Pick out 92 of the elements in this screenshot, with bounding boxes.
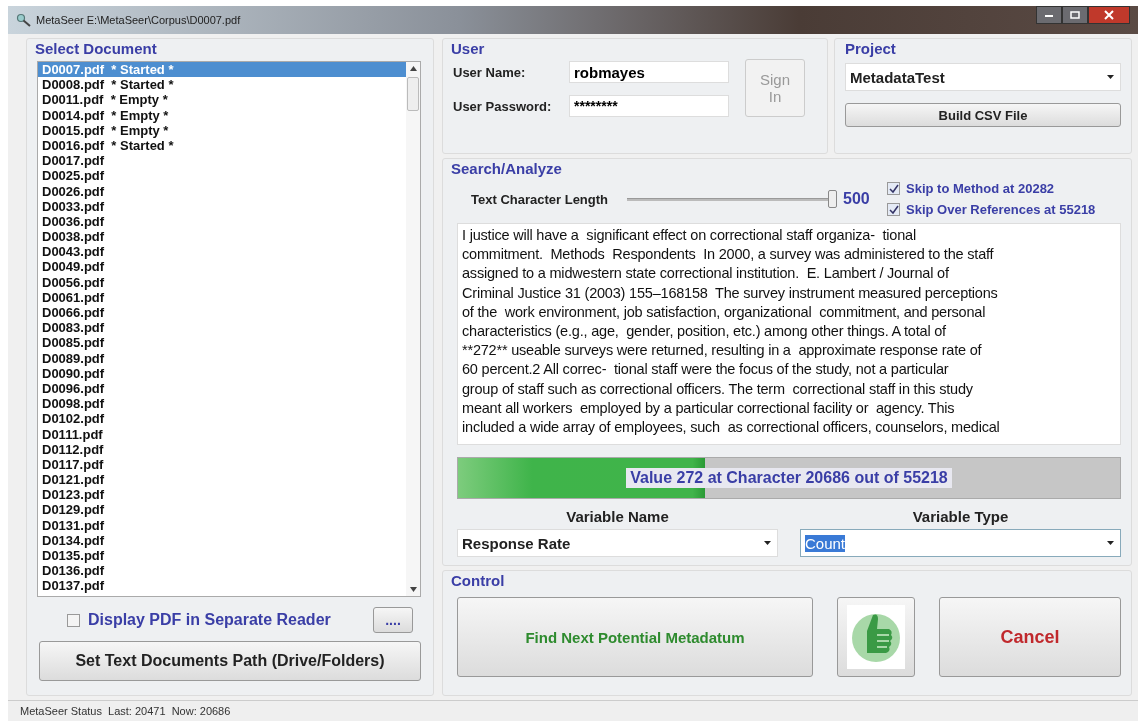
checkbox[interactable] bbox=[887, 203, 900, 216]
checkbox[interactable] bbox=[887, 182, 900, 195]
document-item[interactable]: D0015.pdf * Empty * bbox=[38, 122, 406, 138]
maximize-icon bbox=[1070, 11, 1080, 19]
text-area[interactable] bbox=[457, 223, 1121, 445]
caret-icon bbox=[1107, 75, 1114, 79]
text-line: group of staff such as correctional officers. The term correctional staff in this study bbox=[462, 379, 974, 399]
password-field[interactable]: ******** bbox=[569, 95, 729, 117]
text-line: of the work environment, job satisfaction, organizational commitment, and personal bbox=[462, 302, 987, 322]
project-dropdown[interactable]: MetadataTest bbox=[845, 63, 1121, 91]
browse-button[interactable]: .... bbox=[373, 607, 413, 633]
field-label: Variable Type bbox=[911, 507, 1010, 527]
text-line: assigned to a midwestern state correctional institution. E. Lambert / Journal of bbox=[462, 264, 950, 284]
find-next-button[interactable]: Find Next Potential Metadatum bbox=[457, 597, 813, 677]
checkbox-label[interactable]: Skip to Method at 20282 bbox=[906, 181, 1055, 196]
document-item[interactable]: D0016.pdf * Started * bbox=[38, 137, 406, 154]
slider-label: Text Character Length bbox=[471, 191, 609, 207]
maximize-button[interactable] bbox=[1062, 6, 1088, 24]
document-item[interactable]: D0102.pdf bbox=[38, 411, 406, 427]
close-icon bbox=[1104, 10, 1114, 20]
document-item[interactable]: D0008.pdf * Started * bbox=[38, 77, 406, 93]
document-item[interactable]: D0134.pdf bbox=[38, 532, 406, 548]
thumbs-up-icon bbox=[847, 605, 905, 669]
panel-title: Search/Analyze bbox=[450, 159, 563, 179]
slider-value: 500 bbox=[843, 190, 871, 208]
panel-title: Control bbox=[450, 571, 506, 591]
progress-label: Value 272 at Character 20686 out of 55218 bbox=[626, 468, 952, 488]
document-item[interactable]: D0117.pdf bbox=[38, 456, 406, 473]
document-item[interactable]: D0014.pdf * Empty * bbox=[38, 107, 406, 123]
slider-thumb[interactable] bbox=[828, 190, 837, 208]
document-item[interactable]: D0033.pdf bbox=[38, 198, 406, 214]
field-label: User Password: bbox=[452, 98, 553, 114]
checkbox-label[interactable]: Display PDF in Separate Reader bbox=[88, 611, 365, 629]
document-item[interactable]: D0090.pdf bbox=[38, 365, 406, 381]
text-line: Criminal Justice 31 (2003) 155–168158 The survey instrument measured perceptions bbox=[462, 283, 999, 303]
document-item[interactable]: D0129.pdf bbox=[38, 502, 406, 518]
variable-name-dropdown[interactable]: Response Rate bbox=[457, 529, 778, 557]
document-item[interactable]: D0056.pdf bbox=[38, 274, 406, 290]
document-item[interactable]: D0096.pdf bbox=[38, 380, 406, 397]
document-item[interactable]: D0111.pdf bbox=[38, 426, 406, 442]
document-item[interactable]: D0061.pdf bbox=[38, 289, 406, 305]
text-line: commitment. Methods Respondents In 2000, a survey was administered to the staff bbox=[462, 245, 995, 265]
caret-icon bbox=[1107, 541, 1114, 545]
scroll-thumb[interactable] bbox=[407, 77, 419, 111]
panel-title: Select Document bbox=[34, 39, 158, 59]
document-item[interactable]: D0085.pdf bbox=[38, 335, 406, 351]
text-line: **272** useable surveys were returned, resulting in a approximate response rate of bbox=[462, 341, 983, 361]
text-line: included a wide array of employees, such as correctional officers, counselors, medical bbox=[462, 418, 1001, 438]
username-field[interactable]: robmayes bbox=[569, 61, 729, 83]
document-item[interactable]: D0131.pdf bbox=[38, 517, 406, 533]
caret-icon bbox=[764, 541, 771, 545]
minimize-button[interactable] bbox=[1036, 6, 1062, 24]
document-item[interactable]: D0049.pdf bbox=[38, 259, 406, 275]
checkbox-label[interactable]: Skip Over References at 55218 bbox=[906, 202, 1096, 217]
document-item[interactable]: D0083.pdf bbox=[38, 320, 406, 336]
document-item[interactable]: D0089.pdf bbox=[38, 350, 406, 366]
document-item[interactable]: D0112.pdf bbox=[38, 441, 406, 457]
magnifier-icon bbox=[16, 13, 32, 27]
up-arrow-icon[interactable] bbox=[409, 66, 417, 71]
cancel-button[interactable]: Cancel bbox=[939, 597, 1121, 677]
build-csv-button[interactable]: Build CSV File bbox=[845, 103, 1121, 127]
document-item[interactable]: D0066.pdf bbox=[38, 305, 406, 321]
field-label: Variable Name bbox=[565, 507, 670, 527]
document-item[interactable]: D0011.pdf * Empty * bbox=[38, 92, 406, 108]
text-line: I justice will have a significant effect on correctional staff organiza- tional bbox=[462, 226, 917, 245]
variable-type-dropdown[interactable]: Count bbox=[800, 529, 1121, 557]
approve-button[interactable] bbox=[837, 597, 915, 677]
document-item[interactable]: D0121.pdf bbox=[38, 472, 406, 488]
panel-title: Project bbox=[845, 39, 897, 59]
window-title: MetaSeer E:\MetaSeer\Corpus\D0007.pdf bbox=[36, 14, 241, 26]
document-item[interactable]: D0038.pdf bbox=[38, 229, 406, 245]
minimize-icon bbox=[1044, 12, 1054, 18]
text-line: 60 percent.2 All correc- tional staff were the focus of the study, not a particular bbox=[462, 360, 950, 380]
document-item[interactable]: D0026.pdf bbox=[38, 183, 406, 199]
document-item[interactable]: D0137.pdf bbox=[38, 578, 406, 594]
document-item[interactable]: D0098.pdf bbox=[38, 396, 406, 412]
text-line: meant all workers employed by a particular correctional facility or agency. This bbox=[462, 398, 956, 418]
document-item[interactable]: D0017.pdf bbox=[38, 153, 406, 169]
status-text: MetaSeer Status Last: 20471 Now: 20686 bbox=[20, 705, 231, 717]
document-item[interactable]: D0123.pdf bbox=[38, 487, 406, 503]
document-item[interactable]: D0135.pdf bbox=[38, 548, 406, 564]
set-path-button[interactable]: Set Text Documents Path (Drive/Folders) bbox=[39, 641, 421, 681]
panel-title: User bbox=[450, 39, 486, 59]
down-arrow-icon[interactable] bbox=[409, 587, 417, 592]
text-line: characteristics (e.g., age, gender, position, etc.) among other things. A total of bbox=[462, 322, 947, 341]
field-label: User Name: bbox=[452, 64, 527, 80]
document-item[interactable]: D0025.pdf bbox=[38, 168, 406, 184]
document-item[interactable]: D0036.pdf bbox=[38, 213, 406, 230]
document-item[interactable]: D0136.pdf bbox=[38, 563, 406, 579]
close-button[interactable] bbox=[1088, 6, 1130, 24]
checkbox[interactable] bbox=[67, 613, 80, 627]
document-item[interactable]: D0043.pdf bbox=[38, 244, 406, 260]
